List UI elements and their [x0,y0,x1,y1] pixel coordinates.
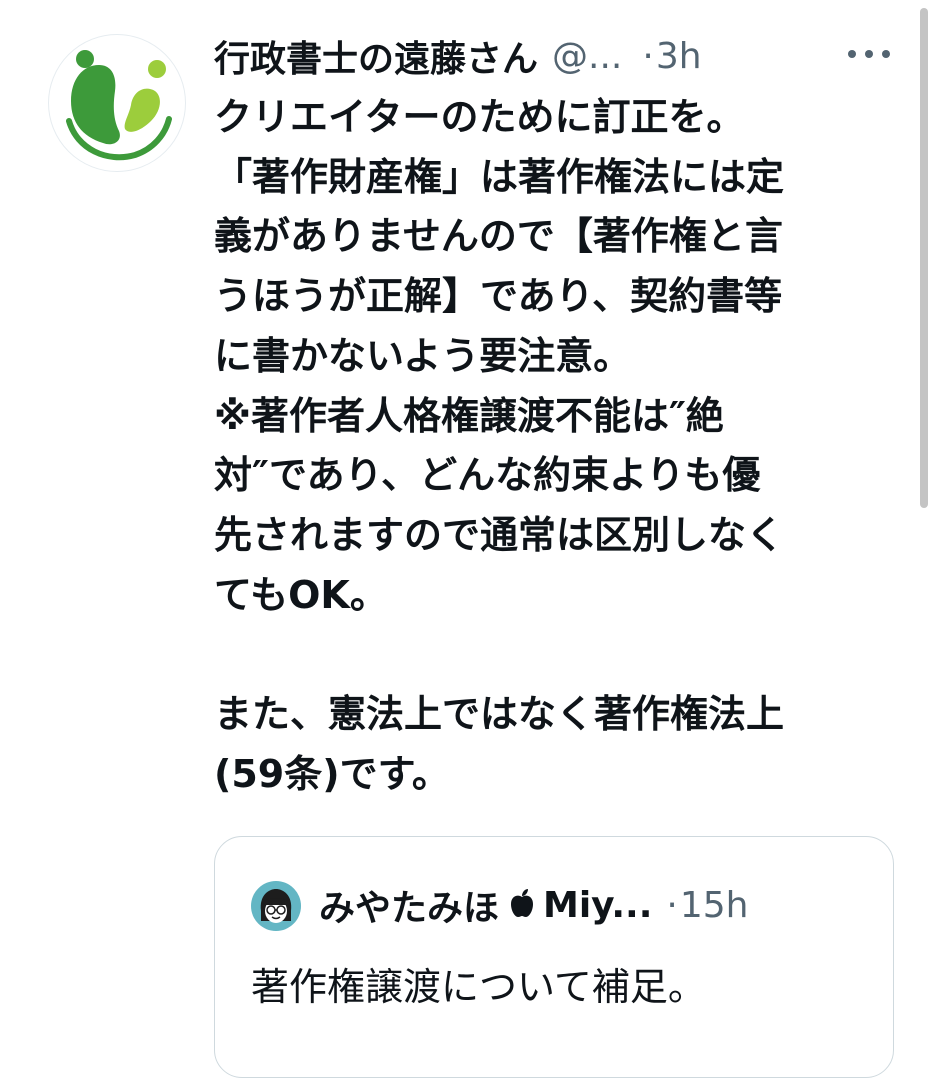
apple-logo-icon [509,888,535,922]
more-icon[interactable] [846,44,892,64]
separator-dot: · [642,35,654,77]
quoted-separator-dot: · [666,884,678,926]
quoted-author-name-suffix[interactable]: Miy... [543,885,652,926]
quoted-tweet-header: みやたみほ Miy... · 15h [319,877,748,933]
scrollbar[interactable] [920,8,928,508]
quoted-author-avatar[interactable] [251,881,301,931]
quoted-author-name[interactable]: みやたみほ [319,879,499,931]
quoted-tweet-time[interactable]: 15h [680,885,749,926]
tweet-body: クリエイターのために訂正を。 「著作財産権」は著作権法には定 義がありませんので… [214,95,785,796]
author-handle[interactable]: @... [552,36,622,77]
tweet-header: 行政書士の遠藤さん @... · 3h [214,28,702,84]
cartoon-girl-avatar-icon [251,881,301,931]
author-avatar[interactable] [48,34,186,172]
green-logo-icon [66,50,172,161]
quoted-tweet-body: 著作権譲渡について補足。 [251,965,706,1009]
author-name[interactable]: 行政書士の遠藤さん [214,30,538,82]
quoted-tweet-card[interactable]: みやたみほ Miy... · 15h 著作権譲渡について補足。 [214,836,894,1078]
tweet-time[interactable]: 3h [656,36,702,77]
